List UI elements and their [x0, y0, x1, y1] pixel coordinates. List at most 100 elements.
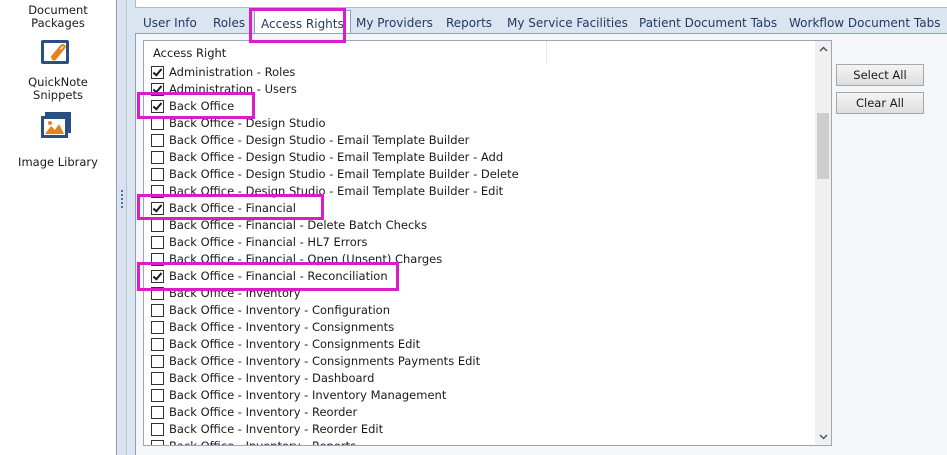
access-right-checkbox[interactable] [151, 287, 164, 300]
checkmark-icon [152, 100, 163, 111]
access-right-checkbox[interactable] [151, 66, 164, 79]
list-header: Access Right [144, 41, 815, 64]
scroll-down-button[interactable] [815, 429, 831, 445]
access-right-checkbox[interactable] [151, 338, 164, 351]
access-right-label: Back Office - Financial - Reconciliation [169, 269, 388, 283]
access-right-label: Back Office - Design Studio - Email Temp… [169, 184, 504, 198]
access-right-checkbox[interactable] [151, 202, 164, 215]
grip-dot [121, 190, 123, 192]
checkmark-icon [152, 202, 163, 213]
access-right-checkbox[interactable] [151, 270, 164, 283]
vertical-scrollbar[interactable] [815, 41, 831, 445]
access-right-row[interactable]: Back Office - Inventory - Reorder Edit [144, 421, 815, 438]
top-strip [135, 0, 947, 8]
grip-dot [121, 202, 123, 204]
access-right-label: Back Office - Inventory - Inventory Mana… [169, 388, 447, 402]
access-right-label: Back Office - Financial [169, 201, 296, 215]
access-right-label: Back Office - Inventory - Consignments P… [169, 354, 481, 368]
nav-item-document-packages[interactable]: Document Packages [0, 4, 116, 30]
grip-dot [121, 198, 123, 200]
image-library-icon[interactable] [40, 110, 74, 140]
access-right-row[interactable]: Back Office - Financial - Reconciliation [144, 268, 815, 285]
access-right-label: Administration - Users [169, 82, 297, 96]
access-right-checkbox[interactable] [151, 406, 164, 419]
access-right-row[interactable]: Back Office - Inventory - Reorder [144, 404, 815, 421]
access-right-label: Back Office - Inventory - Reports [169, 439, 357, 446]
access-right-row[interactable]: Back Office - Inventory - Reports [144, 438, 815, 446]
nav-item-quicknote-snippets[interactable]: QuickNote Snippets [0, 76, 116, 102]
scroll-up-button[interactable] [815, 41, 831, 57]
column-separator[interactable] [546, 41, 547, 64]
select-all-button[interactable]: Select All [836, 64, 924, 86]
access-right-checkbox[interactable] [151, 185, 164, 198]
access-right-checkbox[interactable] [151, 372, 164, 385]
nav-item-label-line2: Snippets [33, 88, 83, 102]
tab-user-info[interactable]: User Info [143, 12, 197, 34]
scroll-thumb[interactable] [817, 113, 829, 179]
access-right-label: Back Office - Design Studio - Email Temp… [169, 133, 470, 147]
access-right-row[interactable]: Back Office - Inventory - Consignments E… [144, 336, 815, 353]
access-right-label: Back Office - Inventory - Configuration [169, 303, 390, 317]
access-right-checkbox[interactable] [151, 117, 164, 130]
tab-reports[interactable]: Reports [446, 12, 492, 34]
access-right-label: Back Office [169, 99, 235, 113]
access-right-row[interactable]: Back Office - Inventory - Inventory Mana… [144, 387, 815, 404]
access-right-row[interactable]: Back Office [144, 98, 815, 115]
access-right-label: Back Office - Inventory - Consignments [169, 320, 395, 334]
access-right-label: Back Office - Financial - Open (Unsent) … [169, 252, 443, 266]
checkmark-icon [152, 270, 163, 281]
access-right-row[interactable]: Back Office - Design Studio - Email Temp… [144, 183, 815, 200]
grip-dot [121, 194, 123, 196]
paperclip-icon[interactable] [40, 37, 74, 67]
access-right-label: Back Office - Design Studio [169, 116, 326, 130]
access-right-checkbox[interactable] [151, 423, 164, 436]
access-right-checkbox[interactable] [151, 83, 164, 96]
access-right-checkbox[interactable] [151, 389, 164, 402]
left-nav-panel: Document Packages QuickNote Snippets Ima… [0, 0, 116, 455]
access-right-checkbox[interactable] [151, 253, 164, 266]
access-right-row[interactable]: Back Office - Financial - Delete Batch C… [144, 217, 815, 234]
tab-my-service-facilities[interactable]: My Service Facilities [507, 12, 628, 34]
access-right-row[interactable]: Back Office - Inventory - Consignments P… [144, 353, 815, 370]
access-right-checkbox[interactable] [151, 134, 164, 147]
access-right-row[interactable]: Back Office - Inventory - Configuration [144, 302, 815, 319]
access-right-label: Back Office - Inventory - Dashboard [169, 371, 375, 385]
checkmark-icon [152, 66, 163, 77]
access-right-row[interactable]: Back Office - Inventory [144, 285, 815, 302]
access-right-checkbox[interactable] [151, 168, 164, 181]
access-rights-list[interactable]: Access Right Administration - Roles Admin… [143, 40, 832, 446]
access-right-checkbox[interactable] [151, 321, 164, 334]
access-right-checkbox[interactable] [151, 440, 164, 445]
access-right-row[interactable]: Back Office - Inventory - Consignments [144, 319, 815, 336]
access-right-row[interactable]: Back Office - Design Studio - Email Temp… [144, 149, 815, 166]
access-right-checkbox[interactable] [151, 219, 164, 232]
tab-my-providers[interactable]: My Providers [356, 12, 433, 34]
access-right-row[interactable]: Back Office - Design Studio [144, 115, 815, 132]
access-right-row[interactable]: Administration - Roles [144, 64, 815, 81]
access-right-checkbox[interactable] [151, 236, 164, 249]
access-right-row[interactable]: Back Office - Inventory - Dashboard [144, 370, 815, 387]
access-right-label: Back Office - Inventory - Reorder [169, 405, 358, 419]
tab-bar: User Info Roles Access Rights My Provide… [135, 10, 947, 36]
access-right-row[interactable]: Back Office - Financial - Open (Unsent) … [144, 251, 815, 268]
access-right-row[interactable]: Back Office - Financial - HL7 Errors [144, 234, 815, 251]
tab-roles[interactable]: Roles [213, 12, 245, 34]
access-right-row[interactable]: Back Office - Design Studio - Email Temp… [144, 132, 815, 149]
tab-workflow-document-tabs[interactable]: Workflow Document Tabs [789, 12, 940, 34]
access-right-label: Back Office - Design Studio - Email Temp… [169, 167, 519, 181]
access-right-row[interactable]: Back Office - Design Studio - Email Temp… [144, 166, 815, 183]
access-right-row[interactable]: Back Office - Financial [144, 200, 815, 217]
panel-splitter[interactable] [116, 0, 127, 455]
access-right-checkbox[interactable] [151, 304, 164, 317]
access-right-label: Back Office - Inventory - Consignments E… [169, 337, 421, 351]
access-right-row[interactable]: Administration - Users [144, 81, 815, 98]
access-right-label: Administration - Roles [169, 65, 296, 79]
access-right-checkbox[interactable] [151, 100, 164, 113]
access-right-checkbox[interactable] [151, 151, 164, 164]
access-right-checkbox[interactable] [151, 355, 164, 368]
clear-all-button[interactable]: Clear All [836, 92, 924, 114]
nav-item-image-library[interactable]: Image Library [0, 156, 116, 169]
nav-item-label-line1: Image Library [18, 155, 98, 169]
tab-patient-document-tabs[interactable]: Patient Document Tabs [639, 12, 777, 34]
column-header-access-right[interactable]: Access Right [153, 46, 226, 60]
